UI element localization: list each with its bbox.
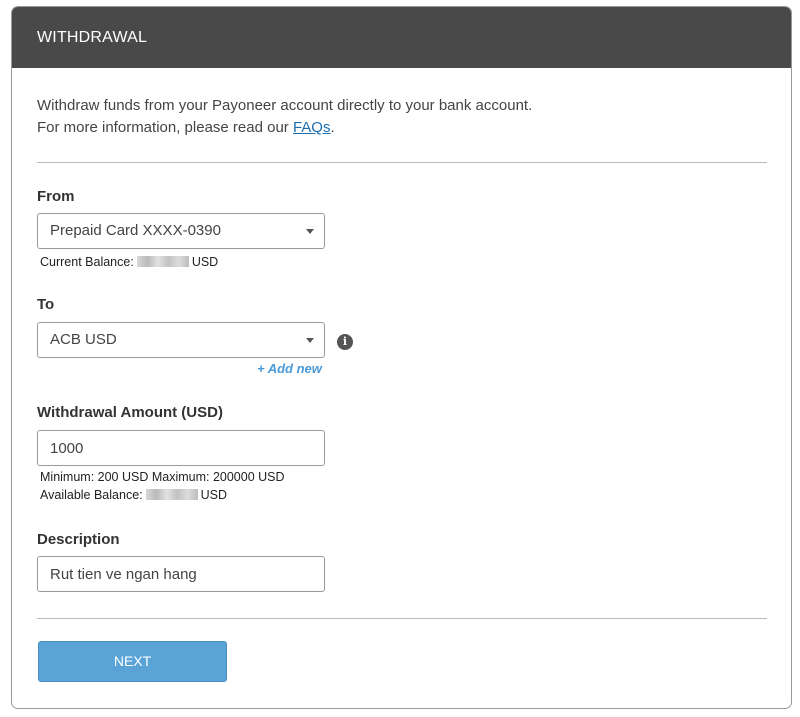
amount-input[interactable] <box>37 430 325 466</box>
available-balance: Available Balance: USD <box>40 487 227 504</box>
amount-label: Withdrawal Amount (USD) <box>37 404 223 421</box>
available-balance-prefix: Available Balance: <box>40 488 143 502</box>
intro-line-2-prefix: For more information, please read our <box>37 119 293 136</box>
info-circle-icon[interactable]: i <box>337 334 353 350</box>
current-balance-currency: USD <box>191 255 219 269</box>
caret-down-icon <box>306 338 314 343</box>
current-balance-prefix: Current Balance: <box>40 255 134 269</box>
next-button[interactable]: NEXT <box>38 641 227 682</box>
panel-title: WITHDRAWAL <box>37 29 148 46</box>
to-select-value: ACB USD <box>50 331 117 348</box>
intro-line-2-suffix: . <box>330 119 335 136</box>
withdrawal-panel: WITHDRAWAL Withdraw funds from your Payo… <box>11 6 792 709</box>
to-label: To <box>37 296 55 313</box>
redacted-available-balance <box>145 489 198 500</box>
description-label: Description <box>37 531 120 548</box>
intro-line-1: Withdraw funds from your Payoneer accoun… <box>37 97 533 114</box>
description-input[interactable] <box>37 556 325 592</box>
to-select[interactable]: ACB USD <box>37 322 325 358</box>
add-new-account-link[interactable]: + Add new <box>257 361 322 376</box>
divider-bottom <box>37 618 767 619</box>
from-select-value: Prepaid Card XXXX-0390 <box>50 222 221 239</box>
amount-limits: Minimum: 200 USD Maximum: 200000 USD <box>40 470 285 484</box>
intro-line-2: For more information, please read our FA… <box>37 117 532 139</box>
divider-top <box>37 162 767 163</box>
faq-link[interactable]: FAQs <box>293 119 331 136</box>
current-balance: Current Balance: USD <box>40 254 218 271</box>
intro-text: Withdraw funds from your Payoneer accoun… <box>37 95 532 139</box>
panel-header: WITHDRAWAL <box>12 7 791 68</box>
from-label: From <box>37 188 75 205</box>
from-select[interactable]: Prepaid Card XXXX-0390 <box>37 213 325 249</box>
caret-down-icon <box>306 229 314 234</box>
available-balance-currency: USD <box>200 488 228 502</box>
redacted-balance <box>136 256 189 267</box>
